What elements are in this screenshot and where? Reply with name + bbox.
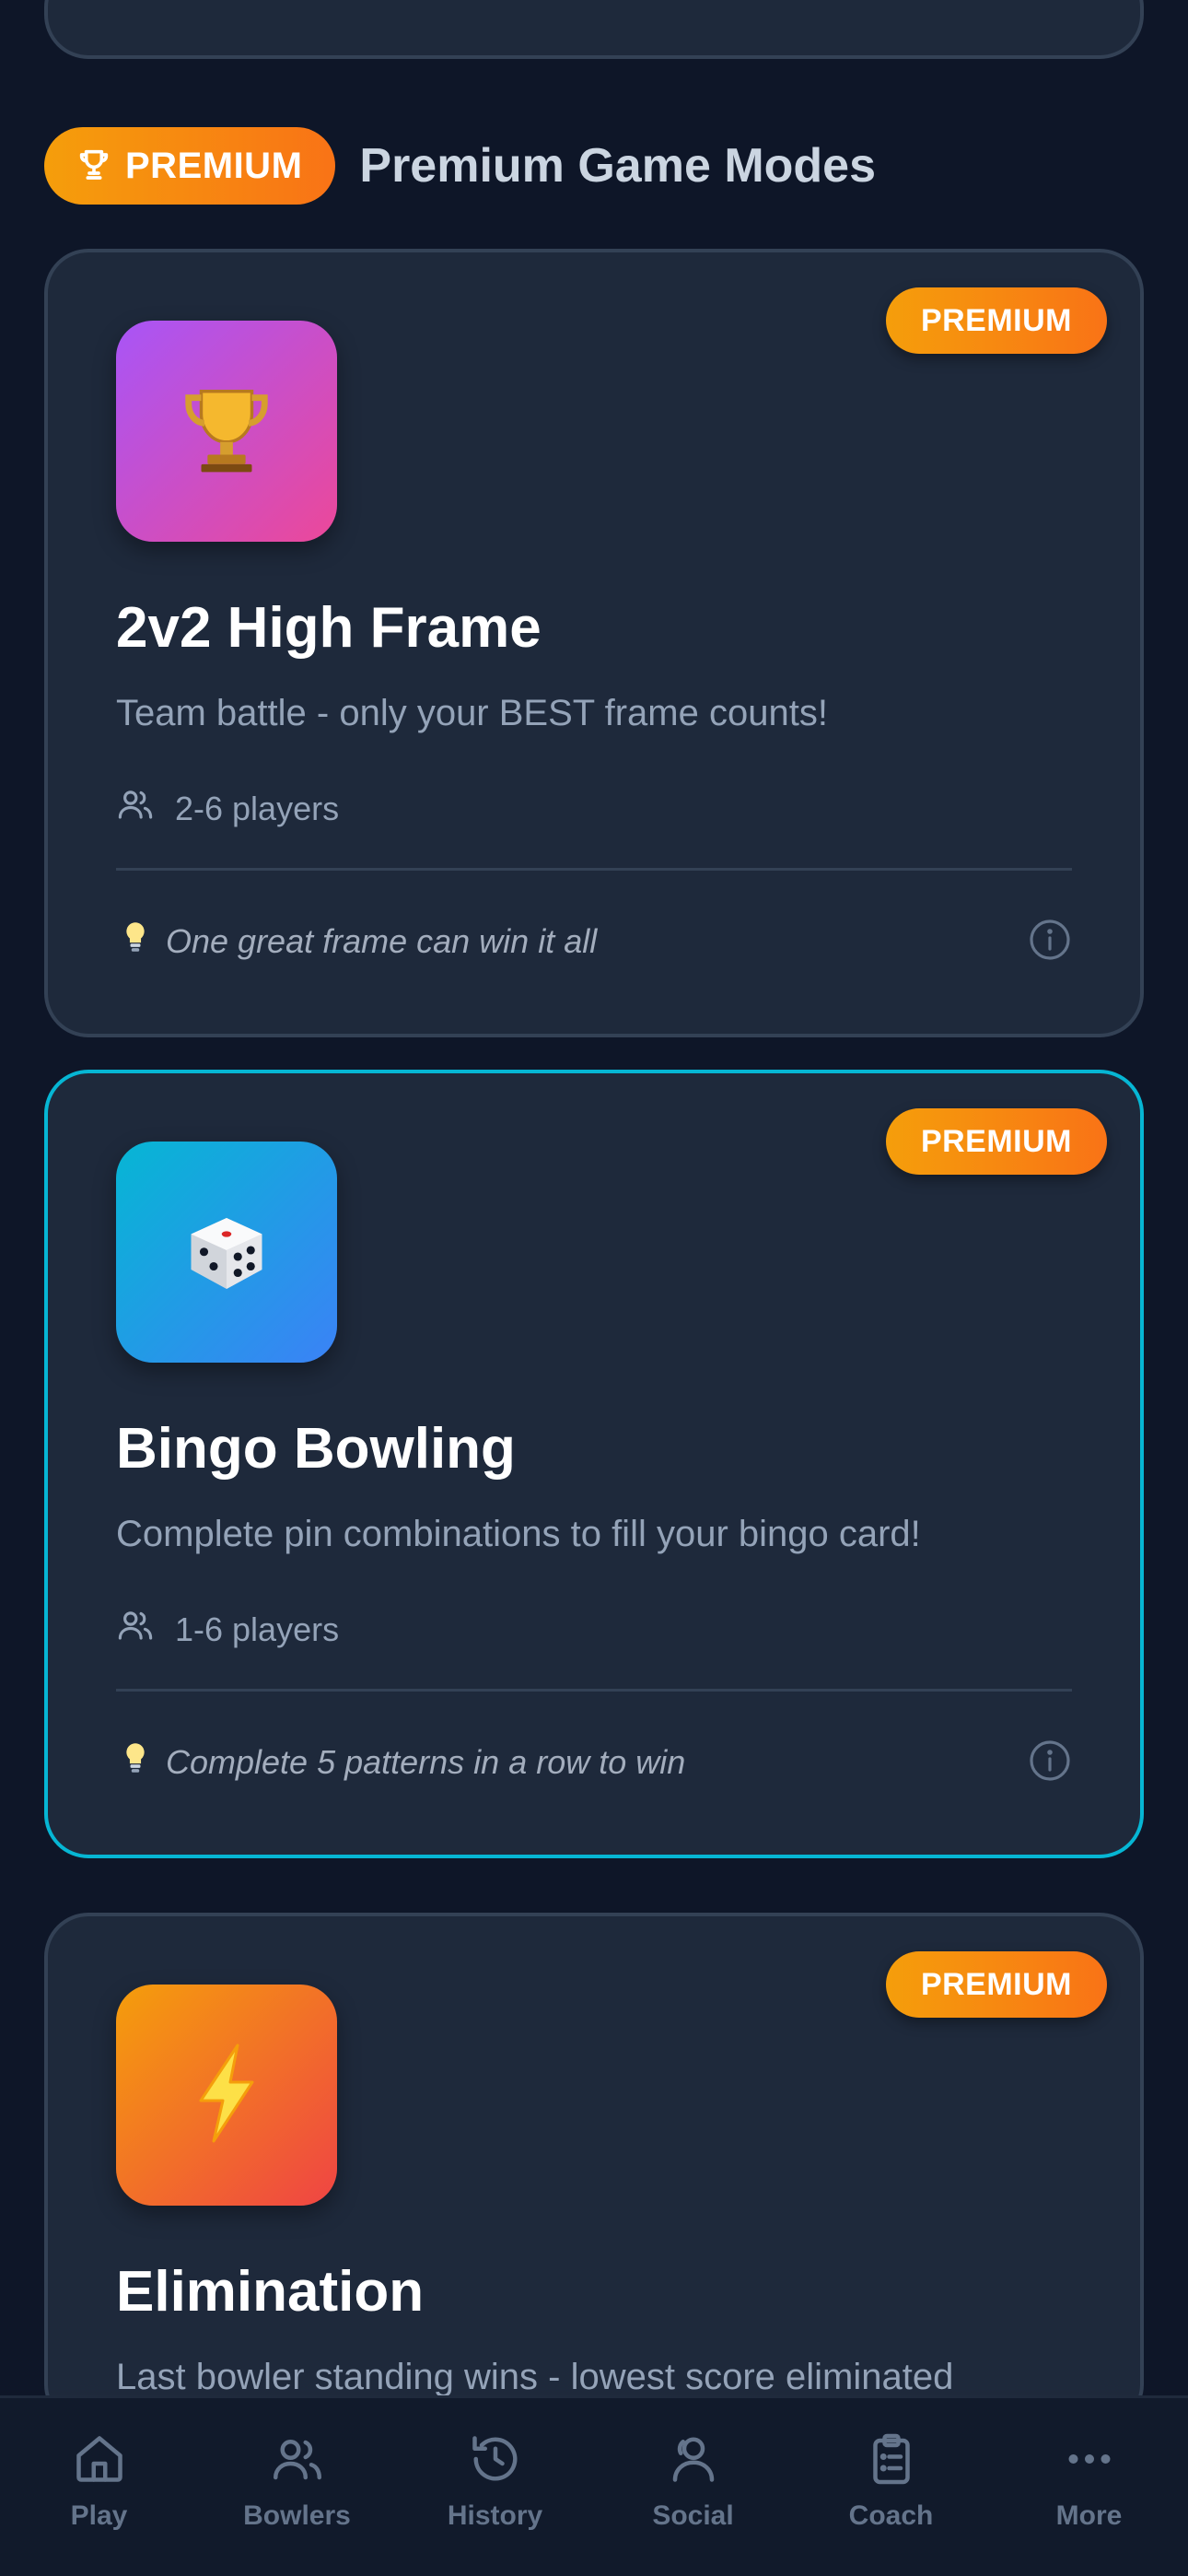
previous-card-edge <box>44 0 1144 59</box>
users-icon <box>116 1606 155 1653</box>
mode-tip-text: Complete 5 patterns in a row to win <box>166 1742 686 1781</box>
player-count: 1-6 players <box>116 1606 339 1653</box>
mode-title: Bingo Bowling <box>116 1417 516 1481</box>
premium-badge: PREMIUM <box>885 1951 1107 2018</box>
nav-label: History <box>447 2500 543 2531</box>
mode-tip-text: One great frame can win it all <box>166 921 598 960</box>
trophy-outline-icon <box>76 146 112 187</box>
users-icon <box>270 2431 325 2491</box>
nav-item-more[interactable]: More <box>997 2431 1182 2532</box>
divider <box>116 1689 1072 1692</box>
mode-icon-tile <box>116 1985 337 2206</box>
nav-label: Social <box>652 2500 734 2531</box>
lightning-icon <box>185 2042 268 2149</box>
mode-icon-tile <box>116 321 337 542</box>
users-icon <box>116 785 155 832</box>
game-mode-card-bingo-bowling[interactable]: PREMIUM Bingo Bowling Complete pin combi… <box>44 1070 1144 1858</box>
nav-item-play[interactable]: Play <box>7 2431 192 2532</box>
nav-item-bowlers[interactable]: Bowlers <box>205 2431 390 2532</box>
lightbulb-icon <box>123 1742 147 1782</box>
mode-description: Complete pin combinations to fill your b… <box>116 1514 921 1554</box>
divider <box>116 868 1072 871</box>
mode-tip: One great frame can win it all <box>123 921 597 961</box>
premium-section-pill: PREMIUM <box>44 127 336 205</box>
mode-title: Elimination <box>116 2260 425 2324</box>
premium-section-header: PREMIUM Premium Game Modes <box>44 127 876 205</box>
nav-label: More <box>1055 2500 1123 2531</box>
player-count: 2-6 players <box>116 785 339 832</box>
premium-pill-label: PREMIUM <box>125 145 303 186</box>
home-icon <box>72 2431 127 2491</box>
mode-title: 2v2 High Frame <box>116 596 542 660</box>
premium-badge: PREMIUM <box>885 287 1107 354</box>
game-mode-card-elimination[interactable]: PREMIUM Elimination Last bowler standing… <box>44 1913 1144 2429</box>
nav-item-history[interactable]: History <box>403 2431 588 2532</box>
mode-tip: Complete 5 patterns in a row to win <box>123 1742 685 1782</box>
game-mode-card-high-frame[interactable]: PREMIUM 2v2 High Frame Team battle - onl… <box>44 249 1144 1037</box>
trophy-icon <box>176 379 277 485</box>
premium-badge: PREMIUM <box>885 1108 1107 1175</box>
player-count-label: 2-6 players <box>175 789 340 827</box>
player-count-label: 1-6 players <box>175 1610 340 1648</box>
info-icon[interactable] <box>1028 918 1072 962</box>
mode-description: Team battle - only your BEST frame count… <box>116 693 828 733</box>
history-icon <box>468 2431 523 2491</box>
clipboard-icon <box>864 2431 919 2491</box>
nav-item-social[interactable]: Social <box>601 2431 786 2532</box>
mode-description: Last bowler standing wins - lowest score… <box>116 2357 954 2397</box>
nav-item-coach[interactable]: Coach <box>799 2431 984 2532</box>
info-icon[interactable] <box>1028 1739 1072 1783</box>
nav-label: Bowlers <box>243 2500 351 2531</box>
social-icon <box>666 2431 721 2491</box>
more-icon <box>1062 2431 1117 2491</box>
nav-label: Play <box>70 2500 128 2531</box>
nav-label: Coach <box>848 2500 934 2531</box>
mode-icon-tile <box>116 1142 337 1363</box>
dice-icon <box>175 1199 278 1306</box>
bottom-nav: Play Bowlers History Social Coach More <box>0 2395 1188 2576</box>
section-title: Premium Game Modes <box>359 139 877 193</box>
lightbulb-icon <box>123 921 147 961</box>
